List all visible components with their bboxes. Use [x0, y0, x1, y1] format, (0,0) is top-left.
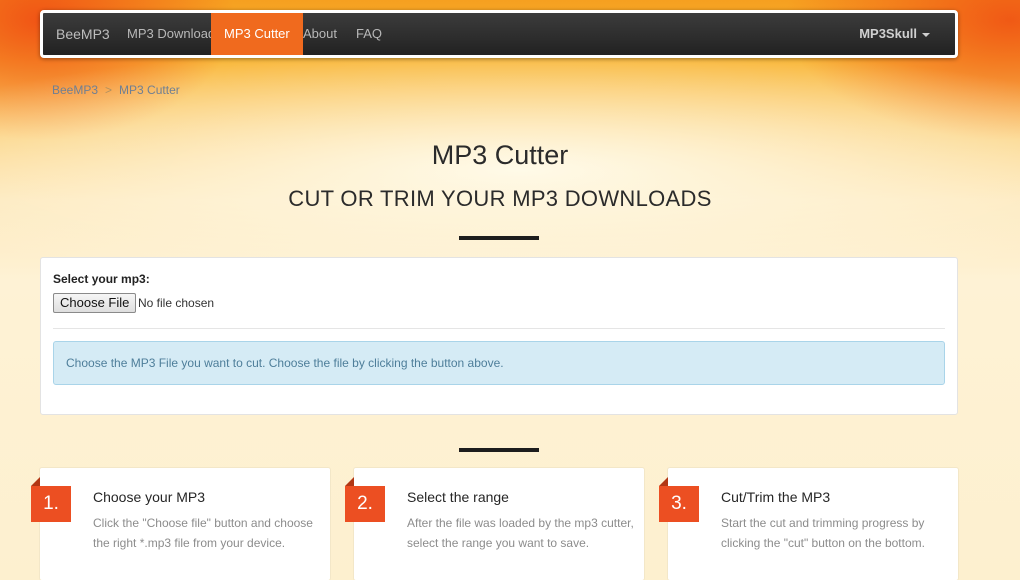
user-menu-label: MP3Skull — [859, 26, 917, 41]
caret-down-icon — [922, 32, 930, 37]
step-number-badge: 1. — [31, 477, 71, 522]
step-title: Select the range — [407, 489, 509, 505]
page-title: MP3 Cutter — [431, 140, 569, 170]
step-number-badge: 2. — [345, 477, 385, 522]
step-card-2: 2. Select the range After the file was l… — [345, 468, 644, 580]
step-card-3: 3. Cut/Trim the MP3 Start the cut and tr… — [659, 468, 958, 580]
user-menu-dropdown[interactable]: MP3Skull — [846, 13, 943, 55]
nav-brand-link[interactable]: BeeMP3 — [43, 13, 123, 55]
nav-item-faq[interactable]: FAQ — [343, 13, 395, 55]
step-description: Start the cut and trimming progress by c… — [721, 516, 925, 550]
breadcrumb-separator-icon: > — [105, 83, 113, 97]
step-description: After the file was loaded by the mp3 cut… — [407, 516, 634, 550]
step-title: Choose your MP3 — [93, 489, 206, 505]
step-card-1: 1. Choose your MP3 Click the "Choose fil… — [31, 468, 330, 580]
section-divider — [459, 448, 539, 452]
page-subtitle: CUT OR TRIM YOUR MP3 DOWNLOADS — [288, 186, 712, 211]
nav-item-about[interactable]: About — [290, 13, 350, 55]
step-description: Click the "Choose file" button and choos… — [93, 516, 313, 550]
step-title: Cut/Trim the MP3 — [721, 489, 831, 505]
select-mp3-label: Select your mp3: — [53, 272, 150, 286]
breadcrumb-home-link[interactable]: BeeMP3 — [52, 83, 98, 97]
panel-divider — [53, 328, 945, 329]
choose-file-button[interactable]: Choose File — [53, 293, 137, 313]
top-navbar: BeeMP3 MP3 Download MP3 Cutter About FAQ… — [40, 10, 958, 58]
step-number-badge: 3. — [659, 477, 699, 522]
upload-panel: Select your mp3: Choose File No file cho… — [40, 257, 958, 415]
title-divider — [459, 236, 539, 240]
breadcrumb-current[interactable]: MP3 Cutter — [119, 83, 180, 97]
info-alert: Choose the MP3 File you want to cut. Cho… — [53, 341, 945, 385]
nav-item-mp3-cutter[interactable]: MP3 Cutter — [211, 13, 303, 55]
breadcrumb: BeeMP3 > MP3 Cutter — [52, 83, 180, 97]
file-status-text: No file chosen — [138, 296, 215, 310]
